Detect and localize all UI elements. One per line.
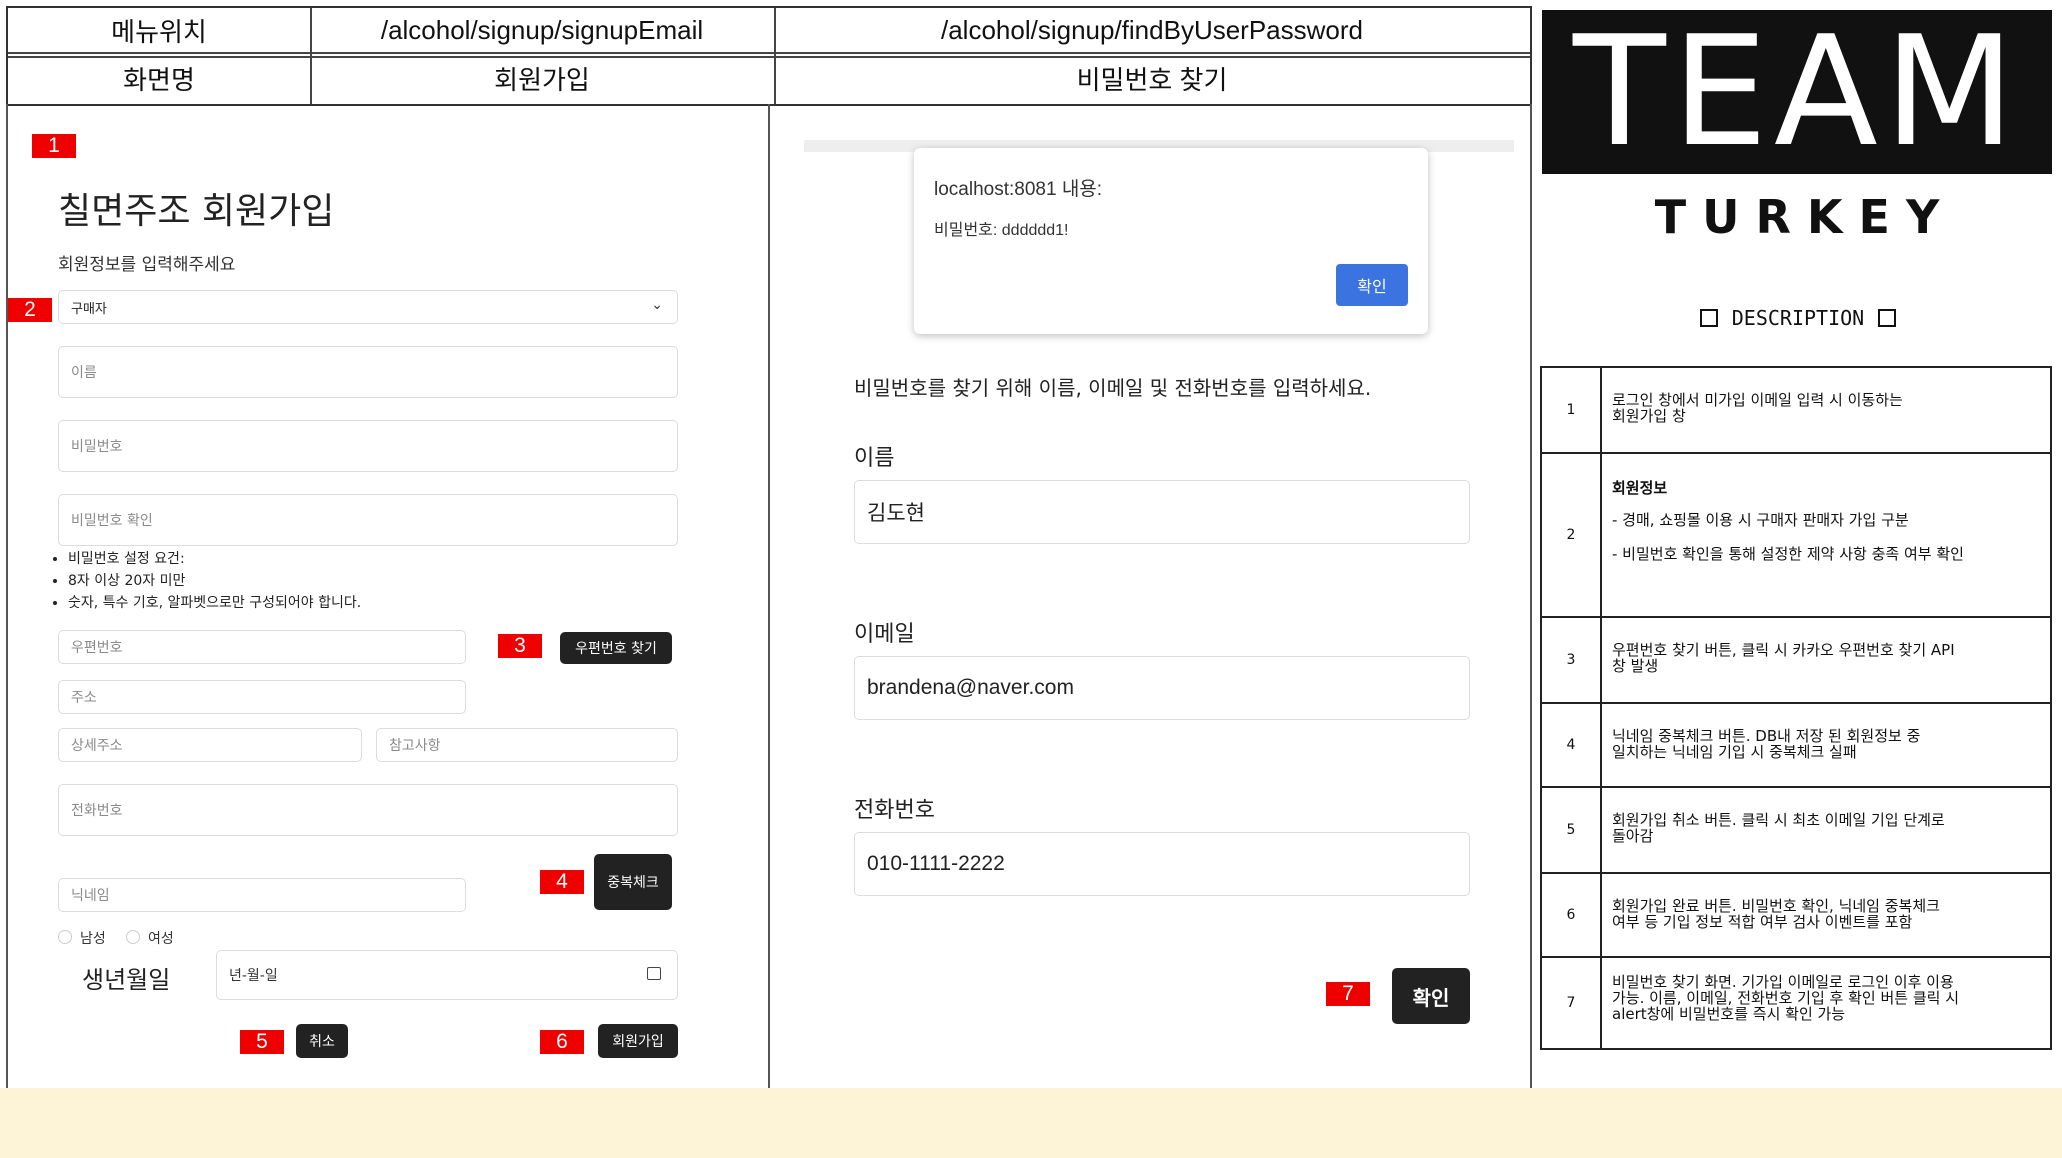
description-text: 회원정보 - 경매, 쇼핑몰 이용 시 구매자 판매자 가입 구분 - 비밀번호… bbox=[1612, 479, 1964, 563]
tag-5: 5 bbox=[240, 1030, 284, 1054]
description-title: DESCRIPTION bbox=[1731, 306, 1865, 330]
turkey-logo: T U R K E Y bbox=[1654, 190, 1940, 244]
bottom-band bbox=[0, 1088, 2062, 1158]
description-row: 5 회원가입 취소 버튼. 클릭 시 최초 이메일 기입 단계로 돌아감 bbox=[1542, 788, 2050, 874]
password-rule: 숫자, 특수 기호, 알파벳으로만 구성되어야 합니다. bbox=[68, 592, 361, 614]
chevron-down-icon: ⌄ bbox=[651, 297, 663, 313]
description-row: 2 회원정보 - 경매, 쇼핑몰 이용 시 구매자 판매자 가입 구분 - 비밀… bbox=[1542, 454, 2050, 618]
checkbox-icon bbox=[1700, 309, 1718, 327]
tag-6: 6 bbox=[540, 1030, 584, 1054]
gender-male-radio[interactable] bbox=[58, 930, 72, 944]
gender-female-label: 여성 bbox=[148, 931, 174, 947]
description-row: 7 비밀번호 찾기 화면. 기가입 이메일로 로그인 이후 이용 가능. 이름, … bbox=[1542, 958, 2050, 1048]
description-heading: DESCRIPTION bbox=[1700, 306, 1896, 330]
checkbox-icon bbox=[1878, 309, 1896, 327]
find-phone-input[interactable]: 010-1111-2222 bbox=[854, 832, 1470, 896]
find-path: /alcohol/signup/findByUserPassword bbox=[941, 14, 1363, 45]
find-instruction: 비밀번호를 찾기 위해 이름, 이메일 및 전화번호를 입력하세요. bbox=[854, 376, 1372, 400]
role-select-value: 구매자 bbox=[71, 301, 107, 317]
role-select[interactable]: 구매자 ⌄ bbox=[58, 290, 678, 324]
description-text: 회원가입 완료 버튼. 비밀번호 확인, 닉네임 중복체크 여부 등 기입 정보 … bbox=[1612, 897, 1940, 931]
description-table: 1 로그인 창에서 미가입 이메일 입력 시 이동하는 회원가입 창 2 회원정보… bbox=[1540, 366, 2052, 1050]
birth-label: 생년월일 bbox=[82, 966, 171, 994]
description-row: 1 로그인 창에서 미가입 이메일 입력 시 이동하는 회원가입 창 bbox=[1542, 368, 2050, 454]
tag-3: 3 bbox=[498, 634, 542, 658]
nickname-input[interactable]: 닉네임 bbox=[58, 878, 466, 912]
description-row: 3 우편번호 찾기 버튼, 클릭 시 카카오 우편번호 찾기 API 창 발생 bbox=[1542, 618, 2050, 704]
birth-date-input[interactable]: 년-월-일 bbox=[216, 950, 678, 1000]
detail-address-input[interactable]: 상세주소 bbox=[58, 728, 362, 762]
password-rule: 8자 이상 20자 미만 bbox=[68, 570, 361, 592]
postcode-input[interactable]: 우편번호 bbox=[58, 630, 466, 664]
description-row: 6 회원가입 완료 버튼. 비밀번호 확인, 닉네임 중복체크 여부 등 기입 정… bbox=[1542, 874, 2050, 958]
postcode-search-button[interactable]: 우편번호 찾기 bbox=[560, 632, 672, 664]
gender-male-label: 남성 bbox=[80, 931, 106, 947]
tag-7: 7 bbox=[1326, 982, 1370, 1006]
find-email-input[interactable]: brandena@naver.com bbox=[854, 656, 1470, 720]
calendar-icon bbox=[647, 967, 661, 980]
tag-4: 4 bbox=[540, 870, 584, 894]
password-rule: 비밀번호 설정 요건: bbox=[68, 548, 361, 570]
screen-name-label: 화면명 bbox=[123, 64, 195, 95]
name-input[interactable]: 이름 bbox=[58, 346, 678, 398]
address-input[interactable]: 주소 bbox=[58, 680, 466, 714]
password-rules: 비밀번호 설정 요건: 8자 이상 20자 미만 숫자, 특수 기호, 알파벳으… bbox=[46, 548, 361, 614]
find-name-label: 이름 bbox=[854, 446, 895, 471]
description-text: 회원가입 취소 버튼. 클릭 시 최초 이메일 기입 단계로 돌아감 bbox=[1612, 811, 1945, 845]
description-num: 3 bbox=[1542, 618, 1602, 702]
description-text: 닉네임 중복체크 버튼. DB내 저장 된 회원정보 중 일치하는 닉네임 기입 … bbox=[1612, 727, 1921, 761]
find-name-input[interactable]: 김도현 bbox=[854, 480, 1470, 544]
description-text: 우편번호 찾기 버튼, 클릭 시 카카오 우편번호 찾기 API 창 발생 bbox=[1612, 641, 1955, 675]
description-num: 4 bbox=[1542, 704, 1602, 786]
description-num: 6 bbox=[1542, 874, 1602, 956]
description-text: 로그인 창에서 미가입 이메일 입력 시 이동하는 회원가입 창 bbox=[1612, 391, 1903, 425]
tag-1: 1 bbox=[32, 134, 76, 158]
find-email-label: 이메일 bbox=[854, 622, 915, 647]
alert-ok-button[interactable]: 확인 bbox=[1336, 264, 1408, 306]
signup-screen-name: 회원가입 bbox=[494, 64, 590, 95]
description-row: 4 닉네임 중복체크 버튼. DB내 저장 된 회원정보 중 일치하는 닉네임 기… bbox=[1542, 704, 2050, 788]
extra-address-input[interactable]: 참고사항 bbox=[376, 728, 678, 762]
password-confirm-input[interactable]: 비밀번호 확인 bbox=[58, 494, 678, 546]
find-confirm-button[interactable]: 확인 bbox=[1392, 968, 1470, 1024]
cancel-button[interactable]: 취소 bbox=[296, 1024, 348, 1058]
find-screen-name: 비밀번호 찾기 bbox=[1076, 64, 1228, 95]
description-num: 5 bbox=[1542, 788, 1602, 872]
description-num: 1 bbox=[1542, 368, 1602, 452]
birth-date-placeholder: 년-월-일 bbox=[229, 968, 278, 984]
tag-2: 2 bbox=[8, 298, 52, 322]
find-phone-label: 전화번호 bbox=[854, 798, 935, 823]
header-table: 메뉴위치 /alcohol/signup/signupEmail /alcoho… bbox=[6, 6, 1532, 106]
team-logo: TEAM bbox=[1542, 10, 2052, 174]
signup-path: /alcohol/signup/signupEmail bbox=[380, 14, 704, 45]
alert-origin: localhost:8081 내용: bbox=[934, 179, 1103, 200]
phone-input[interactable]: 전화번호 bbox=[58, 784, 678, 836]
duplicate-check-button[interactable]: 중복체크 bbox=[594, 854, 672, 910]
alert-dialog: localhost:8081 내용: 비밀번호: dddddd1! 확인 bbox=[914, 148, 1428, 334]
password-input[interactable]: 비밀번호 bbox=[58, 420, 678, 472]
alert-message: 비밀번호: dddddd1! bbox=[934, 222, 1069, 239]
description-num: 7 bbox=[1542, 958, 1602, 1048]
gender-female-radio[interactable] bbox=[126, 930, 140, 944]
description-text: 비밀번호 찾기 화면. 기가입 이메일로 로그인 이후 이용 가능. 이름, 이메… bbox=[1612, 973, 1960, 1023]
submit-signup-button[interactable]: 회원가입 bbox=[598, 1024, 678, 1058]
menu-location-label: 메뉴위치 bbox=[111, 16, 207, 47]
signup-title: 칠면주조 회원가입 bbox=[58, 191, 335, 232]
signup-subtitle: 회원정보를 입력해주세요 bbox=[58, 255, 236, 275]
description-num: 2 bbox=[1542, 454, 1602, 616]
